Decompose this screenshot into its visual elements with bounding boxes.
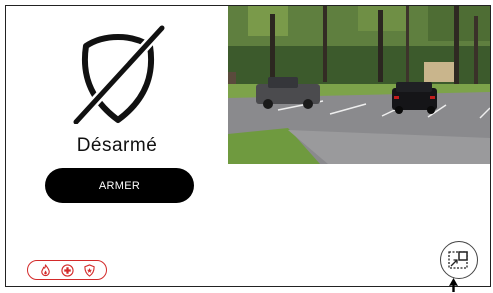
security-panel: Désarmé ARMER — [5, 5, 491, 287]
expand-view-button[interactable] — [440, 241, 478, 279]
police-badge-icon[interactable] — [83, 263, 96, 277]
arm-status-label: Désarmé — [76, 135, 158, 156]
arm-button[interactable]: ARMER — [45, 168, 194, 203]
flame-icon[interactable] — [39, 263, 52, 277]
camera-live-view[interactable] — [228, 6, 490, 164]
mouse-pointer-icon — [449, 278, 458, 292]
panic-buttons — [27, 260, 107, 280]
medical-cross-icon[interactable] — [60, 263, 74, 277]
arming-pane: Désarmé ARMER — [6, 6, 228, 286]
black-suv — [392, 82, 437, 114]
shield-off-icon — [72, 24, 166, 124]
expand-view-icon — [448, 251, 468, 269]
camera-feed-image — [228, 6, 490, 164]
